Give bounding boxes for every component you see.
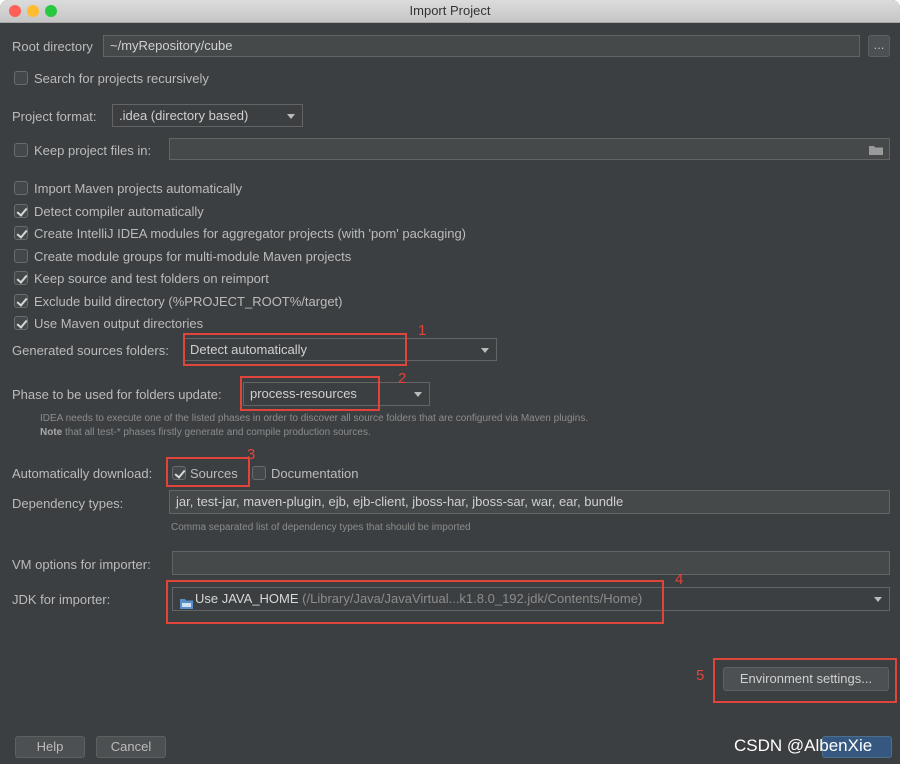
create-module-groups-label: Create module groups for multi-module Ma… [34,248,352,264]
create-aggregator-modules-checkbox[interactable] [14,226,28,240]
annotation-number-4: 4 [675,571,684,588]
dependency-types-field[interactable]: jar, test-jar, maven-plugin, ejb, ejb-cl… [169,490,890,514]
detect-compiler-checkbox[interactable] [14,203,28,218]
project-format-value: .idea (directory based) [119,108,249,123]
create-module-groups-checkbox[interactable] [14,248,28,263]
auto-download-label: Automatically download: [12,466,153,481]
annotation-box-4 [166,580,664,624]
keep-source-test-folders-label: Keep source and test folders on reimport [34,271,269,286]
detect-compiler-label: Detect compiler automatically [34,203,204,219]
phase-label: Phase to be used for folders update: [12,387,222,402]
exclude-build-dir-checkbox[interactable] [14,293,28,308]
annotation-box-1 [183,333,407,366]
annotation-box-5 [713,658,897,703]
watermark: CSDN @AlbenXie [734,736,873,755]
phase-note-bold: Note [40,427,63,438]
annotation-number-5: 5 [696,667,705,684]
window-title: Import Project [409,3,491,18]
root-directory-field[interactable]: ~/myRepository/cube [103,35,860,57]
annotation-number-2: 2 [398,370,407,387]
folder-icon[interactable] [869,143,883,155]
search-recursive-label: Search for projects recursively [34,71,209,86]
cancel-button[interactable]: Cancel [96,736,166,758]
title-bar: Import Project [0,0,900,23]
import-project-dialog: Import Project Root directory ~/myReposi… [0,0,900,764]
import-maven-auto-label: Import Maven projects automatically [34,181,243,196]
create-aggregator-modules-label: Create IntelliJ IDEA modules for aggrega… [34,226,467,241]
import-maven-auto-checkbox[interactable] [14,181,28,195]
keep-files-checkbox[interactable] [14,143,28,157]
annotation-number-1: 1 [418,322,427,339]
documentation-label: Documentation [271,466,359,481]
chevron-down-icon [481,347,489,353]
dependency-types-hint: Comma separated list of dependency types… [171,522,471,533]
root-directory-label: Root directory [12,39,93,54]
chevron-down-icon [414,392,422,397]
exclude-build-dir-label: Exclude build directory (%PROJECT_ROOT%/… [34,293,343,309]
jdk-label: JDK for importer: [12,592,111,607]
use-maven-output-dirs-checkbox[interactable] [14,316,28,330]
project-format-label: Project format: [12,109,97,124]
project-format-dropdown[interactable]: .idea (directory based) [112,104,303,127]
help-button[interactable]: Help [15,736,85,758]
phase-hint: IDEA needs to execute one of the listed … [40,413,589,424]
keep-files-label: Keep project files in: [34,143,152,158]
use-maven-output-dirs-label: Use Maven output directories [34,316,204,331]
annotation-box-2 [240,376,380,411]
chevron-down-icon [874,597,882,602]
browse-root-button[interactable]: ... [868,35,890,57]
keep-files-field[interactable] [169,138,890,160]
documentation-checkbox[interactable] [252,466,266,480]
chevron-down-icon [287,113,295,119]
phase-note-text: that all test-* phases firstly generate … [62,427,371,438]
keep-source-test-folders-checkbox[interactable] [14,271,28,285]
phase-note: Note that all test-* phases firstly gene… [40,427,371,438]
annotation-box-3 [166,457,250,487]
search-recursive-checkbox[interactable] [14,71,28,85]
dependency-types-label: Dependency types: [12,496,124,511]
vm-options-label: VM options for importer: [12,557,151,572]
generated-sources-label: Generated sources folders: [12,343,169,358]
vm-options-field[interactable] [172,551,890,575]
annotation-number-3: 3 [247,446,256,463]
